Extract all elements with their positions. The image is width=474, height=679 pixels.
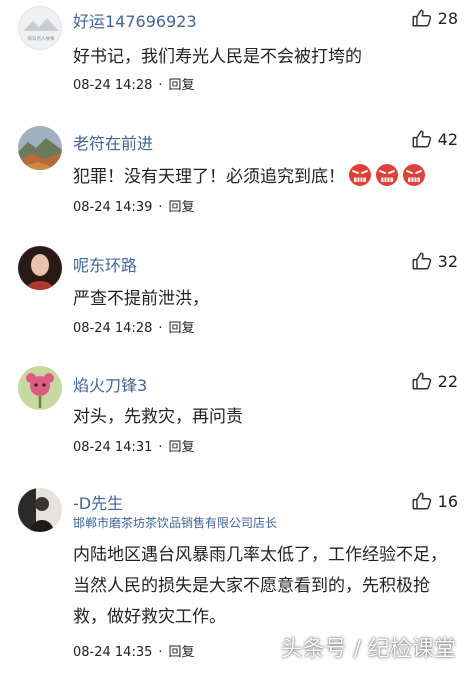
reply-link[interactable]: 回复 [169,321,195,336]
angry-face-icon [349,164,371,186]
separator-dot: · [158,200,163,215]
username[interactable]: -D先生 [73,490,123,514]
thumbs-up-icon [412,372,431,390]
like-count: 28 [437,8,458,28]
comment-text: 内陆地区遇台风暴雨几率太低了，工作经验不足，当然人民的损失是大家不愿意看到的，先… [73,545,447,627]
timestamp: 08-24 14:28 [73,321,153,336]
reply-link[interactable]: 回复 [169,440,195,455]
avatar[interactable] [18,246,62,290]
like-count: 42 [437,129,458,149]
separator-dot: · [158,440,163,455]
thumbs-up-icon [412,252,431,270]
comment-text: 犯罪！没有天理了！必须追究到底！ [73,162,460,193]
reply-link[interactable]: 回复 [169,645,195,660]
reply-link[interactable]: 回复 [169,78,195,93]
comment-text-body: 犯罪！没有天理了！必须追究到底！ [73,167,345,187]
comment-item: 老符在前进 42 犯罪！没有天理了！必须追究到底！ 08-24 14:39 · 回复 [0,122,474,240]
username[interactable]: 焰火刀锋3 [73,372,147,396]
like-count: 32 [437,251,458,271]
like-button[interactable]: 42 [411,128,458,150]
comment-text: 严查不提前泄洪， [73,289,209,309]
user-verification: 邯郸市磨茶坊茶饮品销售有限公司店长 [73,516,278,530]
timestamp: 08-24 14:35 [73,645,153,660]
avatar[interactable]: 每日点人故事 [18,6,62,50]
comment-text: 好书记，我们寿光人民是不会被打垮的 [73,47,362,67]
separator-dot: · [158,321,163,336]
comment-meta: 08-24 14:35 · 回复 [73,641,195,660]
reply-link[interactable]: 回复 [169,200,195,215]
avatar-caption: 每日点人故事 [28,35,55,42]
comment-meta: 08-24 14:28 · 回复 [73,317,195,336]
separator-dot: · [158,645,163,660]
comment-item: 焰火刀锋3 22 对头，先救灾，再问责 08-24 14:31 · 回复 [0,360,474,480]
watermark: 头条号 / 纪检课堂 [280,637,456,662]
comment-item: 呢东环路 32 严查不提前泄洪， 08-24 14:28 · 回复 [0,240,474,360]
angry-face-icon [376,164,398,186]
comment-meta: 08-24 14:39 · 回复 [73,196,195,215]
like-button[interactable]: 22 [411,370,458,392]
like-button[interactable]: 16 [411,490,458,512]
like-button[interactable]: 28 [411,7,458,29]
avatar[interactable] [18,366,62,410]
avatar[interactable] [18,488,62,532]
thumbs-up-icon [412,492,431,510]
timestamp: 08-24 14:28 [73,78,153,93]
thumbs-up-icon [412,9,431,27]
avatar[interactable] [18,126,62,170]
timestamp: 08-24 14:39 [73,200,153,215]
username[interactable]: 好运147696923 [73,8,197,32]
username[interactable]: 呢东环路 [73,252,137,276]
separator-dot: · [158,78,163,93]
like-count: 22 [437,371,458,391]
comment-text: 对头，先救灾，再问责 [73,407,243,427]
like-button[interactable]: 32 [411,250,458,272]
comment-meta: 08-24 14:28 · 回复 [73,74,195,93]
timestamp: 08-24 14:31 [73,440,153,455]
like-count: 16 [437,491,458,511]
comment-item: 每日点人故事 好运147696923 28 好书记，我们寿光人民是不会被打垮的 … [0,0,474,122]
thumbs-up-icon [412,130,431,148]
comment-meta: 08-24 14:31 · 回复 [73,436,195,455]
angry-face-icon [403,164,425,186]
username[interactable]: 老符在前进 [73,130,153,154]
